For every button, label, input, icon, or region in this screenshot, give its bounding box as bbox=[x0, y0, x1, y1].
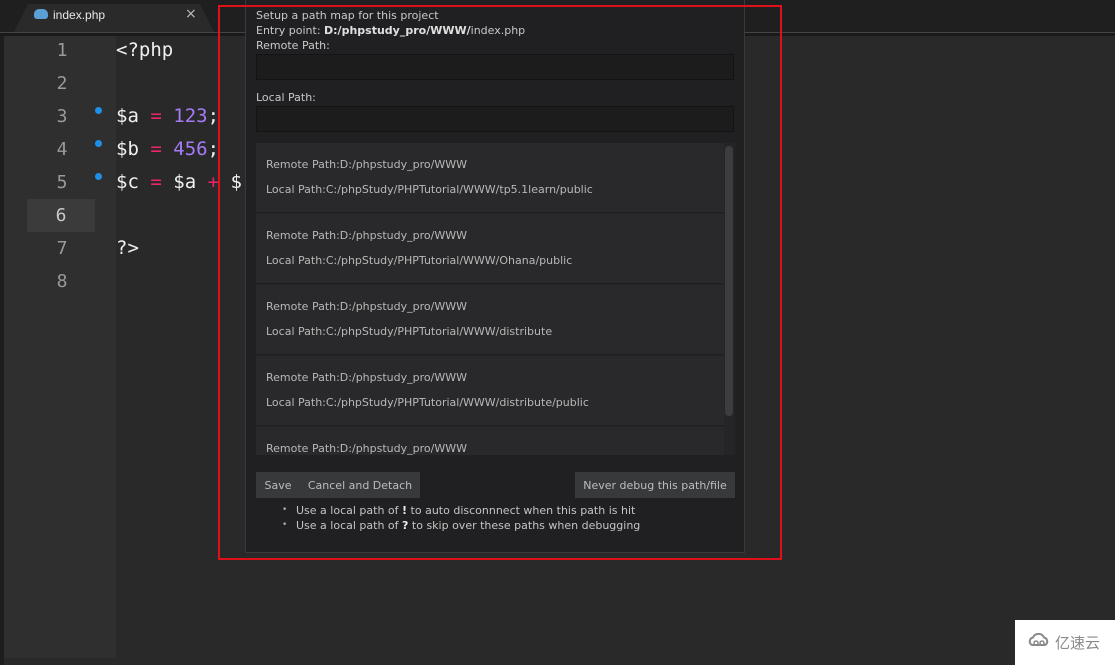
never-debug-button[interactable]: Never debug this path/file bbox=[575, 472, 735, 498]
tips-list: Use a local path of ! to auto disconnnec… bbox=[282, 503, 640, 533]
list-scrollbar-track[interactable] bbox=[734, 143, 736, 455]
list-scrollbar-thumb[interactable] bbox=[725, 146, 733, 416]
operator: + bbox=[207, 171, 220, 193]
entry-point-dir: D:/phpstudy_pro/WWW/ bbox=[324, 24, 471, 37]
php-close-tag: ?> bbox=[116, 237, 139, 259]
number-literal: 456 bbox=[173, 138, 208, 160]
code-line: <?php bbox=[116, 34, 173, 67]
line-number: 8 bbox=[56, 271, 68, 292]
entry-point: Entry point: D:/phpstudy_pro/WWW/index.p… bbox=[256, 24, 525, 37]
mapping-item[interactable]: Remote Path:D:/phpstudy_pro/WWW Local Pa… bbox=[256, 214, 724, 284]
mapping-local: Local Path:C:/phpStudy/PHPTutorial/WWW/O… bbox=[266, 254, 573, 267]
cancel-and-detach-button[interactable]: Cancel and Detach bbox=[300, 472, 420, 498]
mapping-remote: Remote Path:D:/phpstudy_pro/WWW bbox=[266, 158, 467, 171]
variable: $b bbox=[116, 138, 139, 160]
operator: = bbox=[150, 171, 162, 193]
code-line: ?> bbox=[116, 232, 139, 265]
mapping-item[interactable]: Remote Path:D:/phpstudy_pro/WWW Local Pa… bbox=[256, 356, 724, 426]
breakpoint-icon[interactable] bbox=[95, 173, 102, 180]
variable: $a bbox=[173, 171, 197, 193]
operator: = bbox=[150, 105, 162, 127]
semicolon: ; bbox=[207, 138, 220, 160]
path-map-dialog: Setup a path map for this project Entry … bbox=[245, 0, 745, 553]
mapping-remote: Remote Path:D:/phpstudy_pro/WWW bbox=[266, 229, 467, 242]
watermark: 亿速云 bbox=[1015, 620, 1115, 665]
tip-text: Use a local path of bbox=[296, 519, 403, 532]
remote-path-input[interactable] bbox=[256, 54, 734, 80]
local-path-label: Local Path: bbox=[256, 91, 316, 104]
breakpoint-icon[interactable] bbox=[95, 140, 102, 147]
code-line: $b = 456; bbox=[116, 133, 219, 166]
tip-item: Use a local path of ! to auto disconnnec… bbox=[282, 503, 640, 518]
code-line: $c = $a + $ bbox=[116, 166, 242, 199]
mapping-local: Local Path:C:/phpStudy/PHPTutorial/WWW/d… bbox=[266, 396, 589, 409]
mapping-remote: Remote Path:D:/phpstudy_pro/WWW bbox=[266, 442, 467, 455]
line-number-active: 6 bbox=[27, 199, 95, 232]
mapping-item[interactable]: Remote Path:D:/phpstudy_pro/WWW bbox=[256, 427, 724, 455]
tab-label[interactable]: index.php bbox=[53, 8, 105, 22]
variable: $a bbox=[116, 105, 139, 127]
entry-point-label: Entry point: bbox=[256, 24, 325, 37]
operator: = bbox=[150, 138, 162, 160]
breakpoint-icon[interactable] bbox=[95, 107, 102, 114]
line-number: 4 bbox=[56, 139, 68, 160]
mapping-remote: Remote Path:D:/phpstudy_pro/WWW bbox=[266, 300, 467, 313]
line-number: 3 bbox=[56, 106, 68, 127]
mapping-local: Local Path:C:/phpStudy/PHPTutorial/WWW/d… bbox=[266, 325, 553, 338]
line-number: 1 bbox=[56, 40, 68, 61]
mapping-item[interactable]: Remote Path:D:/phpstudy_pro/WWW Local Pa… bbox=[256, 285, 724, 355]
entry-point-file: index.php bbox=[470, 24, 526, 37]
php-elephant-icon bbox=[34, 9, 48, 19]
dialog-title: Setup a path map for this project bbox=[256, 9, 439, 22]
save-button[interactable]: Save bbox=[256, 472, 300, 498]
cloud-logo-icon bbox=[1028, 632, 1049, 646]
tip-text: Use a local path of bbox=[296, 504, 403, 517]
path-mapping-list: Remote Path:D:/phpstudy_pro/WWW Local Pa… bbox=[256, 143, 736, 455]
tip-text: to auto disconnnect when this path is hi… bbox=[407, 504, 636, 517]
tip-text: to skip over these paths when debugging bbox=[408, 519, 641, 532]
variable: $c bbox=[116, 171, 139, 193]
mapping-remote: Remote Path:D:/phpstudy_pro/WWW bbox=[266, 371, 467, 384]
mapping-local: Local Path:C:/phpStudy/PHPTutorial/WWW/t… bbox=[266, 183, 593, 196]
semicolon: ; bbox=[207, 105, 220, 127]
close-icon[interactable]: × bbox=[185, 6, 197, 22]
mapping-item[interactable]: Remote Path:D:/phpstudy_pro/WWW Local Pa… bbox=[256, 143, 724, 213]
line-number: 5 bbox=[56, 172, 68, 193]
remote-path-label: Remote Path: bbox=[256, 39, 330, 52]
line-number: 7 bbox=[56, 238, 68, 259]
tip-item: Use a local path of ? to skip over these… bbox=[282, 518, 640, 533]
php-open-tag: <?php bbox=[116, 39, 174, 61]
variable: $ bbox=[230, 171, 242, 193]
line-number: 2 bbox=[56, 73, 68, 94]
watermark-text: 亿速云 bbox=[1055, 634, 1101, 652]
number-literal: 123 bbox=[173, 105, 208, 127]
local-path-input[interactable] bbox=[256, 106, 734, 132]
code-line: $a = 123; bbox=[116, 100, 219, 133]
